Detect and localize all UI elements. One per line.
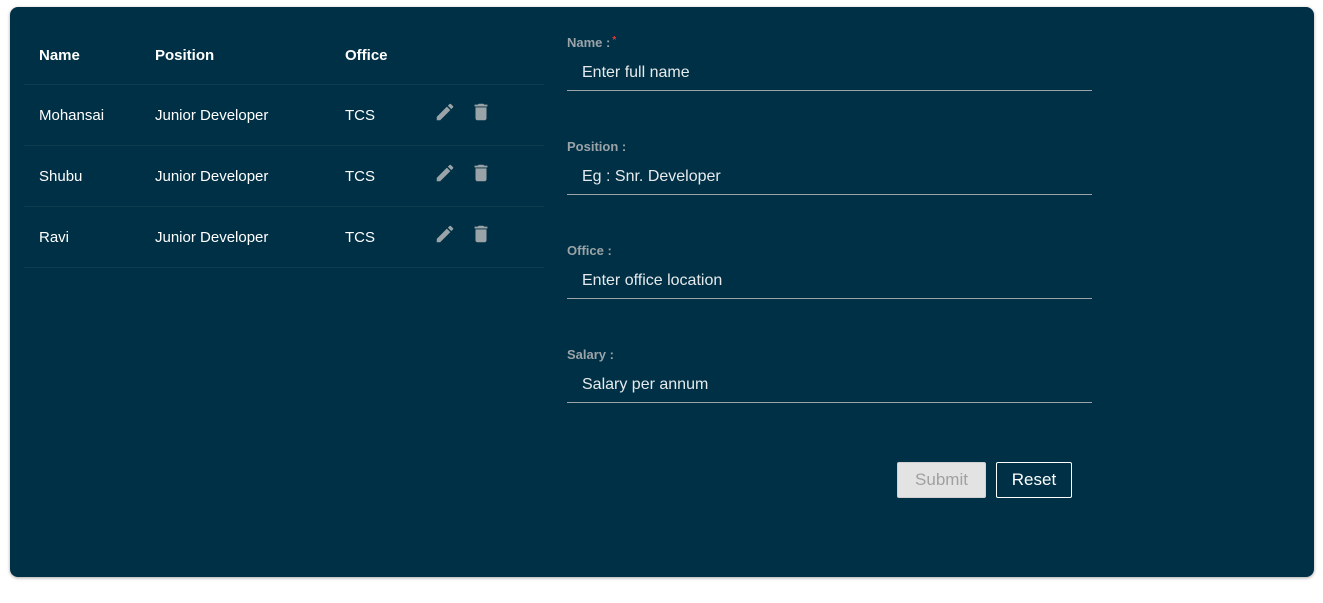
cell-position: Junior Developer xyxy=(155,228,269,246)
name-input[interactable] xyxy=(567,55,1092,91)
salary-field-group: Salary : xyxy=(567,347,1092,451)
office-label: Office : xyxy=(567,243,612,258)
position-input[interactable] xyxy=(567,159,1092,195)
pencil-icon[interactable] xyxy=(434,101,456,123)
employee-card: Name Position Office Mohansai Junior Dev… xyxy=(10,7,1314,577)
submit-button[interactable]: Submit xyxy=(897,462,986,498)
pencil-icon[interactable] xyxy=(434,223,456,245)
cell-position: Junior Developer xyxy=(155,106,269,124)
salary-input[interactable] xyxy=(567,367,1092,403)
table-row: Ravi Junior Developer TCS xyxy=(24,207,544,268)
cell-name: Mohansai xyxy=(39,106,105,124)
trash-icon[interactable] xyxy=(470,101,492,123)
office-field-group: Office : xyxy=(567,243,1092,347)
cell-name: Ravi xyxy=(39,228,70,246)
reset-button[interactable]: Reset xyxy=(996,462,1072,498)
position-label: Position : xyxy=(567,139,627,154)
cell-office: TCS xyxy=(345,167,375,185)
required-marker: * xyxy=(612,35,617,46)
position-field-group: Position : xyxy=(567,139,1092,243)
column-header-office: Office xyxy=(345,47,388,64)
column-header-position: Position xyxy=(155,47,215,64)
row-actions xyxy=(434,85,492,145)
name-field-group: Name : * xyxy=(567,35,1092,139)
trash-icon[interactable] xyxy=(470,223,492,245)
cell-name: Shubu xyxy=(39,167,83,185)
salary-label: Salary : xyxy=(567,347,614,362)
pencil-icon[interactable] xyxy=(434,162,456,184)
employee-table: Name Position Office Mohansai Junior Dev… xyxy=(24,27,544,268)
row-actions xyxy=(434,207,492,267)
table-header: Name Position Office xyxy=(24,27,544,85)
row-actions xyxy=(434,146,492,206)
cell-position: Junior Developer xyxy=(155,167,269,185)
table-row: Shubu Junior Developer TCS xyxy=(24,146,544,207)
employee-form: Name :* Position : Office : Salary : xyxy=(567,35,1092,451)
trash-icon[interactable] xyxy=(470,162,492,184)
cell-office: TCS xyxy=(345,228,375,246)
column-header-name: Name xyxy=(39,47,80,64)
cell-office: TCS xyxy=(345,106,375,124)
name-label-text: Name : xyxy=(567,35,611,50)
name-label: Name : * xyxy=(567,35,616,50)
table-row: Mohansai Junior Developer TCS xyxy=(24,85,544,146)
office-input[interactable] xyxy=(567,263,1092,299)
